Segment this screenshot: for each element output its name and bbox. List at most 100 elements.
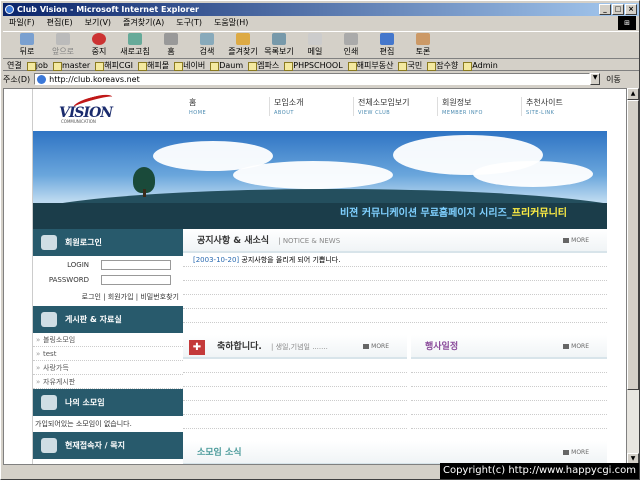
- board-item[interactable]: 볼링소모임: [33, 333, 183, 347]
- windows-logo-icon: ⊞: [618, 16, 636, 30]
- events-more-button[interactable]: MORE: [563, 335, 589, 359]
- nav-about[interactable]: 모임소개 ABOUT: [269, 97, 353, 116]
- nav-label: 전체소모임보기: [358, 98, 410, 107]
- address-dropdown-icon[interactable]: ▼: [590, 73, 601, 85]
- empty-row: [183, 401, 407, 415]
- empty-row: [183, 415, 407, 429]
- link-item[interactable]: 잡수향: [426, 60, 462, 71]
- site-logo[interactable]: VISION COMMUNICATION: [55, 91, 125, 125]
- notice-title: 공지사항 & 새소식: [197, 236, 270, 246]
- forward-button[interactable]: 앞으로: [45, 32, 81, 58]
- favorites-button[interactable]: 즐겨찾기: [225, 32, 261, 58]
- link-item[interactable]: master: [52, 60, 94, 71]
- congrats-more-button[interactable]: MORE: [363, 335, 389, 359]
- link-item[interactable]: 엠파스: [247, 60, 283, 71]
- vertical-scrollbar[interactable]: ▲ ▼: [627, 88, 639, 465]
- cloud-shape: [233, 161, 393, 189]
- scroll-up-icon[interactable]: ▲: [627, 88, 639, 100]
- empty-row: [183, 309, 607, 323]
- menu-tools[interactable]: 도구(T): [170, 16, 208, 29]
- stop-label: 중지: [91, 47, 107, 56]
- mail-icon: [308, 33, 322, 45]
- link-item[interactable]: 네이버: [173, 60, 209, 71]
- menu-file[interactable]: 파일(F): [3, 16, 41, 29]
- title-bar: Club Vision - Microsoft Internet Explore…: [3, 3, 639, 16]
- link-item[interactable]: 국민: [397, 60, 426, 71]
- forward-label: 앞으로: [51, 47, 75, 56]
- link-item[interactable]: job: [26, 60, 52, 71]
- maximize-button[interactable]: □: [612, 4, 624, 15]
- empty-row: [411, 401, 607, 415]
- link-item[interactable]: Admin: [462, 60, 502, 71]
- empty-row: [183, 281, 607, 295]
- scroll-thumb[interactable]: [627, 100, 639, 390]
- search-icon: [200, 33, 214, 45]
- browser-window: Club Vision - Microsoft Internet Explore…: [0, 0, 640, 480]
- empty-row: [183, 295, 607, 309]
- clubnews-more-button[interactable]: MORE: [563, 441, 589, 464]
- empty-row: [183, 373, 407, 387]
- print-button[interactable]: 인쇄: [333, 32, 369, 58]
- login-input[interactable]: [101, 260, 171, 270]
- address-bar: 주소(D) http://club.koreavs.net ▼ 이동: [3, 72, 639, 86]
- nav-view-club[interactable]: 전체소모임보기 VIEW CLUB: [353, 97, 437, 116]
- menu-view[interactable]: 보기(V): [79, 16, 117, 29]
- home-icon: [164, 33, 178, 45]
- address-input[interactable]: http://club.koreavs.net: [34, 73, 591, 85]
- link-item[interactable]: Daum: [209, 60, 247, 71]
- status-bar: Copyright(c) http://www.happycgi.com: [3, 463, 639, 479]
- events-header: 행사일정 MORE: [411, 335, 607, 359]
- password-input[interactable]: [101, 275, 171, 285]
- notice-subtitle: | NOTICE & NEWS: [278, 237, 341, 245]
- link-item[interactable]: 해피부동산: [347, 60, 398, 71]
- go-button[interactable]: 이동: [606, 74, 621, 85]
- notice-more-button[interactable]: MORE: [563, 229, 589, 253]
- nav-home[interactable]: 홈 HOME: [185, 97, 269, 116]
- minimize-button[interactable]: _: [599, 4, 611, 15]
- favorites-label: 즐겨찾기: [228, 47, 258, 56]
- edit-button[interactable]: 편집: [369, 32, 405, 58]
- site-nav: 홈 HOME 모임소개 ABOUT 전체소모임보기 VIEW CLUB 회원정보 MEM…: [185, 97, 605, 116]
- banner-text: 비젼 커뮤니케이션 무료홈페이지 시리즈_프리커뮤니티: [340, 204, 567, 219]
- print-label: 인쇄: [343, 47, 359, 56]
- nav-sublabel: SITE-LINK: [526, 110, 555, 116]
- password-label: PASSWORD: [48, 276, 89, 284]
- history-button[interactable]: 목록보기: [261, 32, 297, 58]
- myclub-empty: 가입되어있는 소모임이 없습니다.: [35, 420, 132, 428]
- visitors-header: 현재접속자 / 목지: [33, 432, 183, 459]
- link-item[interactable]: 해피CGI: [94, 60, 137, 71]
- notice-row[interactable]: [2003-10-20] 공지사항을 올리게 되어 기쁩니다.: [183, 253, 607, 267]
- nav-site-link[interactable]: 추천사이트 SITE-LINK: [521, 97, 605, 116]
- tree-trunk: [143, 189, 146, 197]
- history-label: 목록보기: [264, 47, 294, 56]
- home-button[interactable]: 홈: [153, 32, 189, 58]
- board-item[interactable]: 자유게시판: [33, 375, 183, 389]
- refresh-icon: [128, 33, 142, 45]
- myclub-title: 나의 소모임: [65, 398, 105, 407]
- menu-edit[interactable]: 편집(E): [41, 16, 79, 29]
- banner-text-highlight: 프리커뮤니티: [511, 208, 567, 219]
- refresh-button[interactable]: 새로고침: [117, 32, 153, 58]
- stop-button[interactable]: 중지: [81, 32, 117, 58]
- board-item[interactable]: test: [33, 347, 183, 361]
- gift-icon: ✚: [189, 340, 205, 355]
- banner-text-main: 비젼 커뮤니케이션 무료홈페이지 시리즈_: [339, 208, 512, 219]
- speaker-icon: [41, 395, 57, 410]
- visitors-icon: [41, 438, 57, 453]
- toolbar: 뒤로 앞으로 중지 새로고침 홈 검색 즐겨찾기 목록보기 메일 인쇄 편집 토…: [3, 31, 639, 59]
- board-item[interactable]: 사랑가득: [33, 361, 183, 375]
- discuss-button[interactable]: 토론: [405, 32, 441, 58]
- search-button[interactable]: 검색: [189, 32, 225, 58]
- login-links[interactable]: 로그인 | 회원가입 | 비밀번호찾기: [33, 292, 183, 306]
- nav-member-info[interactable]: 회원정보 MEMBER INFO: [437, 97, 521, 116]
- mail-button[interactable]: 메일: [297, 32, 333, 58]
- menu-help[interactable]: 도움말(H): [208, 16, 254, 29]
- link-item[interactable]: PHPSCHOOL: [283, 60, 346, 71]
- close-button[interactable]: ×: [625, 4, 637, 15]
- notice-text: 공지사항을 올리게 되어 기쁩니다.: [241, 256, 341, 264]
- back-label: 뒤로: [19, 47, 35, 56]
- back-button[interactable]: 뒤로: [9, 32, 45, 58]
- link-item[interactable]: 해피몰: [137, 60, 173, 71]
- board-header: 게시판 & 자료실: [33, 306, 183, 333]
- menu-favorites[interactable]: 즐겨찾기(A): [117, 16, 170, 29]
